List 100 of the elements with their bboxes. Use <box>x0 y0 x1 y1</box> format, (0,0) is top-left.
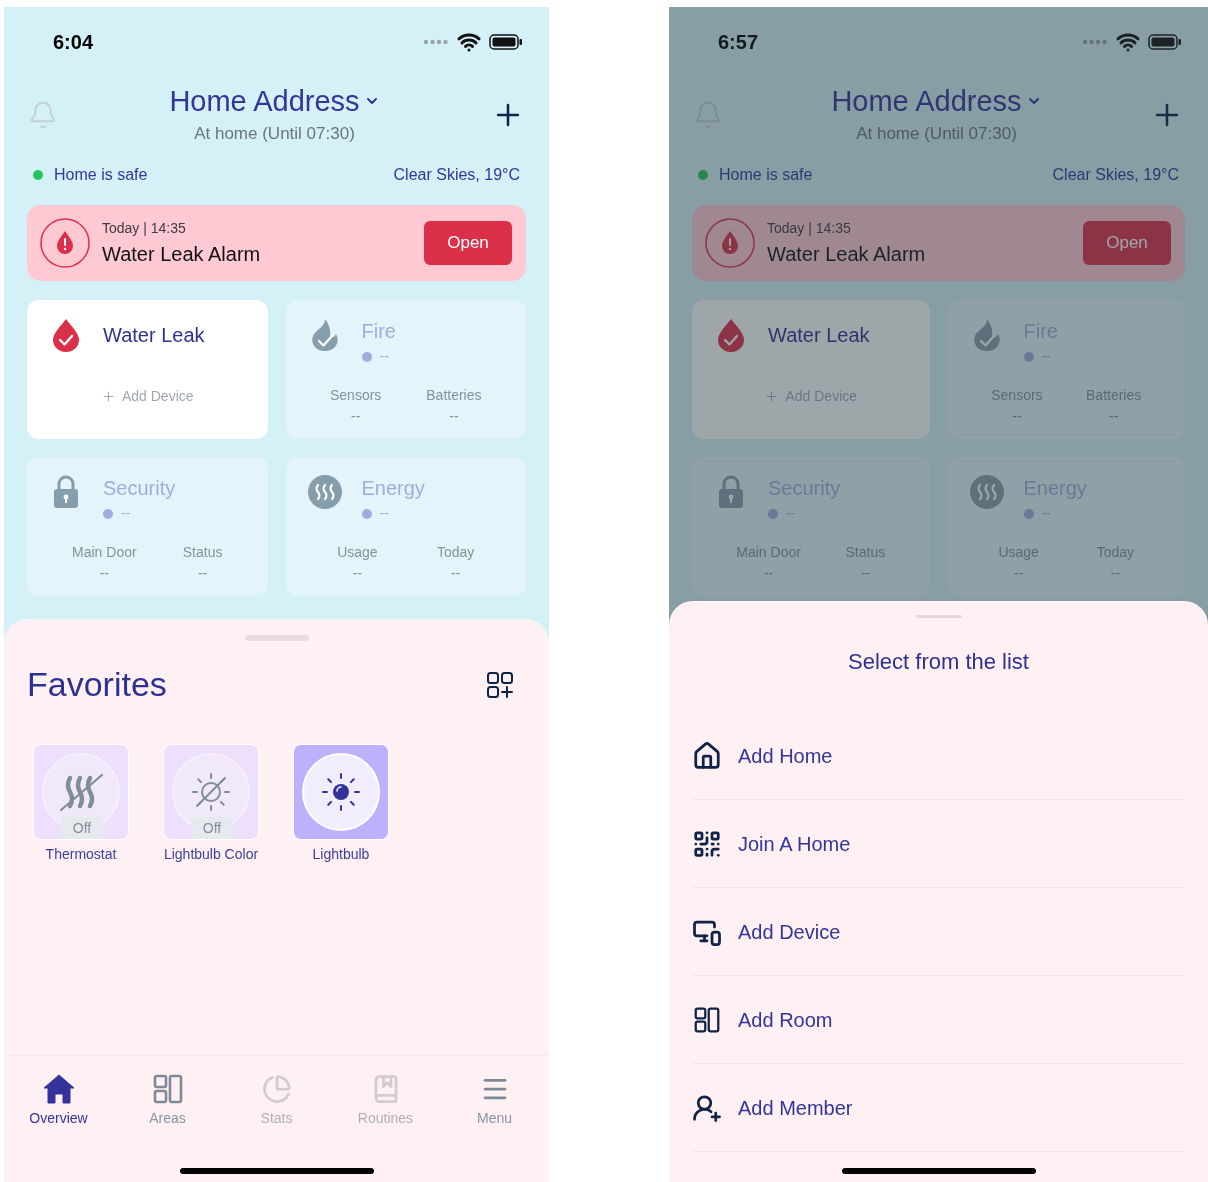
stat-label: Batteries <box>426 386 482 405</box>
category-card[interactable]: Energy -- Usage -- Today -- <box>285 457 526 596</box>
heat-off-icon <box>58 772 104 812</box>
card-title: Security <box>103 476 176 501</box>
favorite-tile[interactable]: Off <box>33 744 129 840</box>
alarm-time: Today | 14:35 <box>767 218 852 238</box>
stat-value: -- <box>1012 407 1022 426</box>
status-time: 6:57 <box>718 30 759 55</box>
alarm-title: Water Leak Alarm <box>767 241 927 267</box>
heat-waves-icon <box>307 475 342 509</box>
card-status: -- <box>1041 504 1051 523</box>
favorites-title: Favorites <box>27 664 167 705</box>
sheet-option[interactable]: Join A Home <box>692 800 1185 888</box>
stat-value: -- <box>1013 564 1024 583</box>
stat-label: Sensors <box>329 386 382 405</box>
weather-text: Clear Skies, 19°C <box>393 165 520 185</box>
home-subtitle: At home (Until 07:30) <box>856 123 1017 146</box>
add-widget-icon[interactable] <box>487 671 513 698</box>
padlock-icon <box>53 475 79 509</box>
off-badge: Off <box>61 817 103 839</box>
stat-label: Main Door <box>72 543 137 562</box>
card-title: Fire <box>361 319 396 344</box>
tab-item[interactable]: Menu <box>440 1074 549 1129</box>
home-selector[interactable]: Home Address <box>831 83 1042 120</box>
sheet-option[interactable]: Add Room <box>692 976 1185 1064</box>
off-badge: Off <box>191 817 233 839</box>
home-status: Home is safe <box>54 165 148 185</box>
heat-waves-icon <box>969 475 1004 509</box>
home-subtitle: At home (Until 07:30) <box>194 123 355 146</box>
drop-check-icon <box>717 318 745 352</box>
grid-icon <box>694 1006 720 1033</box>
open-button[interactable]: Open <box>424 221 512 265</box>
light-off-icon <box>191 772 231 812</box>
padlock-icon <box>718 475 744 509</box>
alarm-title: Water Leak Alarm <box>102 241 262 267</box>
alarm-time: Today | 14:35 <box>102 218 187 238</box>
sheet-option[interactable]: Add Device <box>692 888 1185 976</box>
card-status: -- <box>121 504 131 523</box>
signal-icon <box>423 39 449 45</box>
favorite-name: Lightbulb <box>312 845 370 864</box>
stat-label: Today <box>1096 543 1135 562</box>
alarm-drop-icon <box>40 218 90 268</box>
stat-label: Main Door <box>736 543 801 562</box>
stat-value: -- <box>763 564 774 583</box>
plus-icon <box>764 389 780 404</box>
stat-value: -- <box>99 564 109 583</box>
weather-text: Clear Skies, 19°C <box>1052 165 1179 185</box>
home-icon <box>692 740 722 771</box>
sheet-title: Select from the list <box>848 648 1029 676</box>
plus-icon <box>100 389 116 404</box>
open-button[interactable]: Open <box>1083 221 1171 265</box>
stat-value: -- <box>352 564 363 583</box>
alarm-drop-icon <box>705 218 755 268</box>
qr-code-icon <box>692 828 722 859</box>
battery-icon <box>1148 34 1182 50</box>
favorite-tile[interactable] <box>293 744 389 840</box>
card-title: Energy <box>361 476 425 501</box>
favorite-tile[interactable]: Off <box>163 744 259 840</box>
sun-icon <box>321 772 361 812</box>
card-status: -- <box>379 347 389 366</box>
home-selector[interactable]: Home Address <box>169 83 380 120</box>
battery-icon <box>489 34 523 50</box>
tab-item[interactable]: Areas <box>113 1074 222 1129</box>
category-card[interactable]: Fire -- Sensors -- Batteries -- <box>285 300 526 439</box>
add-device-link[interactable]: Add Device <box>100 386 194 407</box>
card-title: Water Leak <box>768 323 870 348</box>
home-status: Home is safe <box>719 165 813 185</box>
favorite-name: Thermostat <box>45 845 117 864</box>
drop-check-icon <box>52 318 80 352</box>
category-card[interactable]: Security -- Main Door -- Status -- <box>27 457 268 596</box>
stat-value: -- <box>449 407 459 426</box>
stat-label: Usage <box>998 543 1039 562</box>
stat-label: Status <box>182 543 223 562</box>
stat-value: -- <box>351 407 361 426</box>
stat-label: Batteries <box>1086 386 1142 405</box>
grid-icon <box>152 1074 183 1104</box>
stat-value: -- <box>450 564 461 583</box>
sheet-option[interactable]: Add Home <box>692 712 1185 800</box>
stat-value: -- <box>1108 407 1119 426</box>
stat-label: Usage <box>337 543 378 562</box>
stat-label: Status <box>845 543 886 562</box>
flame-check-icon <box>309 318 340 352</box>
card-status: -- <box>1041 347 1051 366</box>
flame-check-icon <box>971 318 1002 352</box>
card-status: -- <box>786 504 796 523</box>
signal-icon <box>1082 39 1108 45</box>
pie-chart-icon <box>261 1074 292 1104</box>
stat-value: -- <box>860 564 870 583</box>
add-user-icon <box>692 1092 722 1123</box>
tab-item[interactable]: Overview <box>4 1074 113 1129</box>
stat-label: Today <box>436 543 475 562</box>
stat-value: -- <box>1110 564 1121 583</box>
home-icon <box>42 1074 75 1104</box>
stat-label: Sensors <box>991 386 1043 405</box>
sheet-option[interactable]: Add Member <box>692 1064 1185 1152</box>
status-time: 6:04 <box>53 30 94 55</box>
stat-value: -- <box>197 564 208 583</box>
category-card[interactable]: Water Leak Add Device <box>27 300 268 439</box>
card-status: -- <box>379 504 389 523</box>
card-title: Water Leak <box>103 323 205 348</box>
